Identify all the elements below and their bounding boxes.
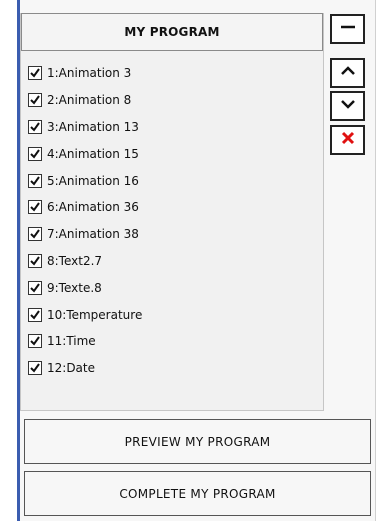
program-list: 1:Animation 3 2:Animation 8 3:Animation 13…: [28, 60, 318, 382]
close-icon: [338, 128, 358, 152]
program-item[interactable]: 10:Temperature: [28, 301, 318, 328]
program-item[interactable]: 7:Animation 38: [28, 221, 318, 248]
item-checkbox[interactable]: [28, 280, 42, 295]
complete-program-label: COMPLETE MY PROGRAM: [119, 486, 276, 501]
window-edge: [375, 0, 386, 521]
chevron-down-icon: [338, 94, 358, 118]
chevron-up-icon: [338, 61, 358, 85]
checkmark-icon: [30, 95, 40, 105]
program-title-text: MY PROGRAM: [124, 25, 220, 39]
move-down-button[interactable]: [330, 91, 365, 121]
preview-program-label: PREVIEW MY PROGRAM: [124, 434, 271, 449]
program-item-label: 1:Animation 3: [47, 66, 132, 81]
move-up-button[interactable]: [330, 58, 365, 88]
program-item-label: 12:Date: [47, 361, 95, 376]
checkmark-icon: [30, 202, 40, 212]
delete-item-button[interactable]: [330, 125, 365, 155]
program-item-label: 2:Animation 8: [47, 93, 132, 108]
item-checkbox[interactable]: [28, 66, 42, 81]
checkmark-icon: [30, 149, 40, 159]
item-checkbox[interactable]: [28, 173, 42, 188]
program-item[interactable]: 9:Texte.8: [28, 274, 318, 301]
program-item-label: 4:Animation 15: [47, 146, 139, 161]
program-item-label: 6:Animation 36: [47, 200, 139, 215]
program-item[interactable]: 4:Animation 15: [28, 140, 318, 167]
program-item-label: 3:Animation 13: [47, 119, 139, 134]
item-checkbox[interactable]: [28, 227, 42, 242]
checkmark-icon: [30, 175, 40, 186]
program-title: MY PROGRAM: [21, 13, 323, 51]
item-checkbox[interactable]: [28, 307, 42, 322]
item-checkbox[interactable]: [28, 119, 42, 134]
item-checkbox[interactable]: [28, 334, 42, 349]
program-item[interactable]: 3:Animation 13: [28, 114, 318, 141]
program-item-label: 11:Time: [47, 334, 96, 349]
program-item[interactable]: 8:Text2.7: [28, 248, 318, 275]
program-item[interactable]: 2:Animation 8: [28, 87, 318, 114]
checkmark-icon: [30, 256, 40, 266]
item-checkbox[interactable]: [28, 93, 42, 108]
complete-program-button[interactable]: COMPLETE MY PROGRAM: [24, 471, 371, 516]
checkmark-icon: [30, 336, 40, 346]
program-item[interactable]: 12:Date: [28, 355, 318, 382]
remove-item-button[interactable]: [330, 14, 365, 44]
program-item[interactable]: 5:Animation 16: [28, 167, 318, 194]
program-item-label: 5:Animation 16: [47, 173, 139, 188]
program-item[interactable]: 11:Time: [28, 328, 318, 355]
checkmark-icon: [30, 122, 40, 132]
checkmark-icon: [30, 68, 40, 78]
program-item-label: 9:Texte.8: [47, 280, 102, 295]
item-checkbox[interactable]: [28, 253, 42, 268]
checkmark-icon: [30, 363, 40, 373]
checkmark-icon: [30, 309, 40, 320]
checkmark-icon: [30, 229, 40, 239]
checkmark-icon: [30, 283, 40, 293]
item-checkbox[interactable]: [28, 200, 42, 215]
item-checkbox[interactable]: [28, 146, 42, 161]
item-checkbox[interactable]: [28, 361, 42, 376]
program-item[interactable]: 6:Animation 36: [28, 194, 318, 221]
program-item-label: 10:Temperature: [47, 307, 143, 322]
minus-icon: [338, 17, 358, 41]
program-item-label: 7:Animation 38: [47, 227, 139, 242]
program-item[interactable]: 1:Animation 3: [28, 60, 318, 87]
preview-program-button[interactable]: PREVIEW MY PROGRAM: [24, 419, 371, 464]
program-item-label: 8:Text2.7: [47, 253, 103, 268]
